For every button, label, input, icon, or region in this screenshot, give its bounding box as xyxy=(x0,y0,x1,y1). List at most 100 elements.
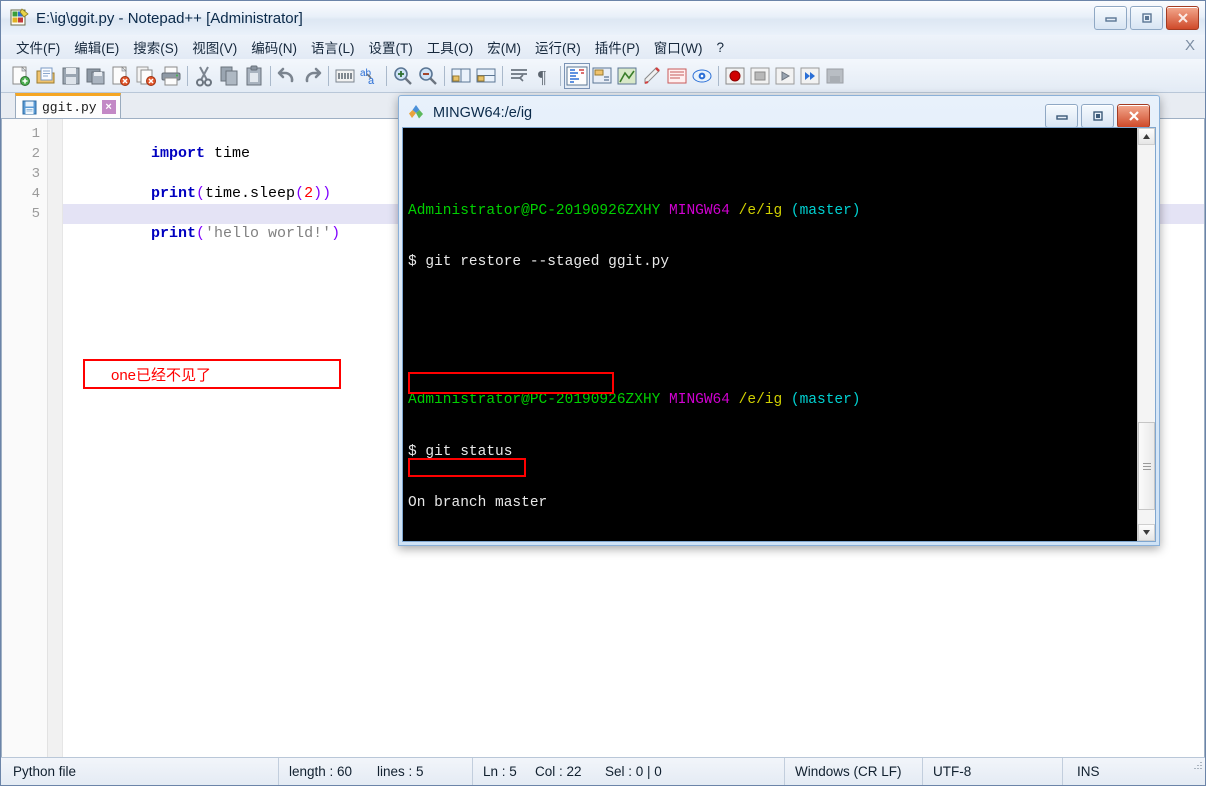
menu-item-file[interactable]: 文件(F) xyxy=(9,35,67,59)
menu-item-language[interactable]: 语言(L) xyxy=(304,35,362,59)
undo-icon[interactable] xyxy=(275,64,299,88)
status-eol-format: Windows (CR LF) xyxy=(785,758,923,785)
highlight-git-restore-box xyxy=(408,372,614,394)
terminal-window-controls xyxy=(1045,104,1150,128)
scrollbar-track-lower[interactable] xyxy=(1138,510,1155,524)
prompt-user-host: Administrator@PC-20190926ZXHY xyxy=(408,392,661,409)
status-line-pos: Ln : 5 xyxy=(483,764,517,779)
paste-icon[interactable] xyxy=(242,64,266,88)
scrollbar-thumb[interactable] xyxy=(1138,422,1155,510)
menu-item-settings[interactable]: 设置(T) xyxy=(362,35,420,59)
notepad-plus-plus-icon xyxy=(9,8,29,28)
code-token: 2 xyxy=(304,185,314,202)
mingw64-terminal-window: MINGW64:/e/ig Administrator@PC-20190926Z… xyxy=(398,95,1160,546)
status-column-pos: Col : 22 xyxy=(535,764,582,779)
code-token: ( xyxy=(196,185,206,202)
document-map-icon[interactable] xyxy=(665,64,689,88)
menu-item-run[interactable]: 运行(R) xyxy=(528,35,588,59)
cut-icon[interactable] xyxy=(192,64,216,88)
git-bash-icon xyxy=(407,104,425,122)
menu-item-search[interactable]: 搜索(S) xyxy=(126,35,185,59)
zoom-in-icon[interactable] xyxy=(391,64,415,88)
line-number: 1 xyxy=(31,126,40,142)
copy-icon[interactable] xyxy=(217,64,241,88)
maximize-button[interactable] xyxy=(1130,6,1163,30)
terminal-titlebar: MINGW64:/e/ig xyxy=(402,99,1156,128)
word-wrap-icon[interactable] xyxy=(507,64,531,88)
user-defined-dialog-icon[interactable] xyxy=(590,64,614,88)
menu-item-view[interactable]: 视图(V) xyxy=(185,35,244,59)
scroll-up-icon[interactable] xyxy=(1138,128,1155,145)
line-number-gutter: 1 2 3 4 5 xyxy=(2,119,48,757)
menu-item-encoding[interactable]: 编码(N) xyxy=(244,35,304,59)
tab-ggit-py[interactable]: ggit.py × xyxy=(15,93,121,118)
highlight-icon[interactable] xyxy=(640,64,664,88)
terminal-scrollbar[interactable] xyxy=(1137,128,1155,541)
stop-macro-icon[interactable] xyxy=(748,64,772,88)
redo-icon[interactable] xyxy=(300,64,324,88)
sync-vertical-icon[interactable] xyxy=(449,64,473,88)
prompt-shell: MINGW64 xyxy=(669,202,730,219)
scrollbar-track-upper[interactable] xyxy=(1138,145,1155,422)
menu-item-tools[interactable]: 工具(O) xyxy=(420,35,481,59)
status-bar: Python file length : 60 lines : 5 Ln : 5… xyxy=(1,757,1205,785)
menu-item-plugins[interactable]: 插件(P) xyxy=(588,35,647,59)
toolbar-separator xyxy=(715,65,722,87)
menu-item-edit[interactable]: 编辑(E) xyxy=(67,35,126,59)
code-token: print xyxy=(151,225,197,242)
notepad-window-controls xyxy=(1094,6,1199,30)
save-icon[interactable] xyxy=(59,64,83,88)
line-number: 5 xyxy=(31,206,40,222)
replace-icon[interactable]: ab a xyxy=(358,64,382,88)
record-macro-icon[interactable] xyxy=(723,64,747,88)
code-token: )) xyxy=(313,185,332,202)
toolbar-separator xyxy=(441,65,448,87)
line-number: 4 xyxy=(31,186,40,202)
fold-margin[interactable] xyxy=(48,119,63,757)
prompt-branch: (master) xyxy=(790,202,861,219)
save-macro-icon[interactable] xyxy=(823,64,847,88)
close-document-x-icon[interactable]: X xyxy=(1185,37,1195,54)
terminal-close-button[interactable] xyxy=(1117,104,1150,128)
sync-horizontal-icon[interactable] xyxy=(474,64,498,88)
menu-item-macro[interactable]: 宏(M) xyxy=(480,35,528,59)
playback-macro-icon[interactable] xyxy=(773,64,797,88)
status-length: length : 60 xyxy=(289,764,353,779)
find-icon[interactable] xyxy=(333,64,357,88)
show-all-characters-icon[interactable]: ¶ xyxy=(532,64,556,88)
indent-guide-icon[interactable] xyxy=(564,62,590,89)
prompt-path: /e/ig xyxy=(738,202,783,219)
status-file-type: Python file xyxy=(1,758,279,785)
terminal-output-line: On branch master xyxy=(408,495,548,512)
terminal-prompt-line: Administrator@PC-20190926ZXHY MINGW64 /e… xyxy=(408,392,1137,409)
show-all-chars-icon[interactable] xyxy=(615,64,639,88)
code-token: print xyxy=(151,185,197,202)
new-file-icon[interactable] xyxy=(9,64,33,88)
code-token: time.sleep xyxy=(205,185,296,202)
toolbar: ab a ¶ xyxy=(1,59,1205,93)
code-token: 'hello world!' xyxy=(205,225,332,242)
run-macro-multiple-icon[interactable] xyxy=(798,64,822,88)
menu-item-help[interactable]: ? xyxy=(709,38,731,57)
terminal-minimize-button[interactable] xyxy=(1045,104,1078,128)
close-file-icon[interactable] xyxy=(109,64,133,88)
close-button[interactable] xyxy=(1166,6,1199,30)
tab-close-icon[interactable]: × xyxy=(101,100,116,114)
print-icon[interactable] xyxy=(159,64,183,88)
zoom-out-icon[interactable] xyxy=(416,64,440,88)
code-token: ( xyxy=(295,185,305,202)
close-all-icon[interactable] xyxy=(134,64,158,88)
terminal-output[interactable]: Administrator@PC-20190926ZXHY MINGW64 /e… xyxy=(403,128,1137,541)
highlight-git-status-box xyxy=(408,458,526,477)
terminal-body[interactable]: Administrator@PC-20190926ZXHY MINGW64 /e… xyxy=(402,127,1156,542)
save-all-icon[interactable] xyxy=(84,64,108,88)
menu-item-window[interactable]: 窗口(W) xyxy=(647,35,710,59)
open-file-icon[interactable] xyxy=(34,64,58,88)
resize-grip-icon[interactable] xyxy=(1189,758,1205,785)
minimize-button[interactable] xyxy=(1094,6,1127,30)
annotation-text: one已经不见了 xyxy=(111,366,212,384)
status-encoding: UTF-8 xyxy=(923,758,1063,785)
scroll-down-icon[interactable] xyxy=(1138,524,1155,541)
terminal-maximize-button[interactable] xyxy=(1081,104,1114,128)
function-list-icon[interactable] xyxy=(690,64,714,88)
